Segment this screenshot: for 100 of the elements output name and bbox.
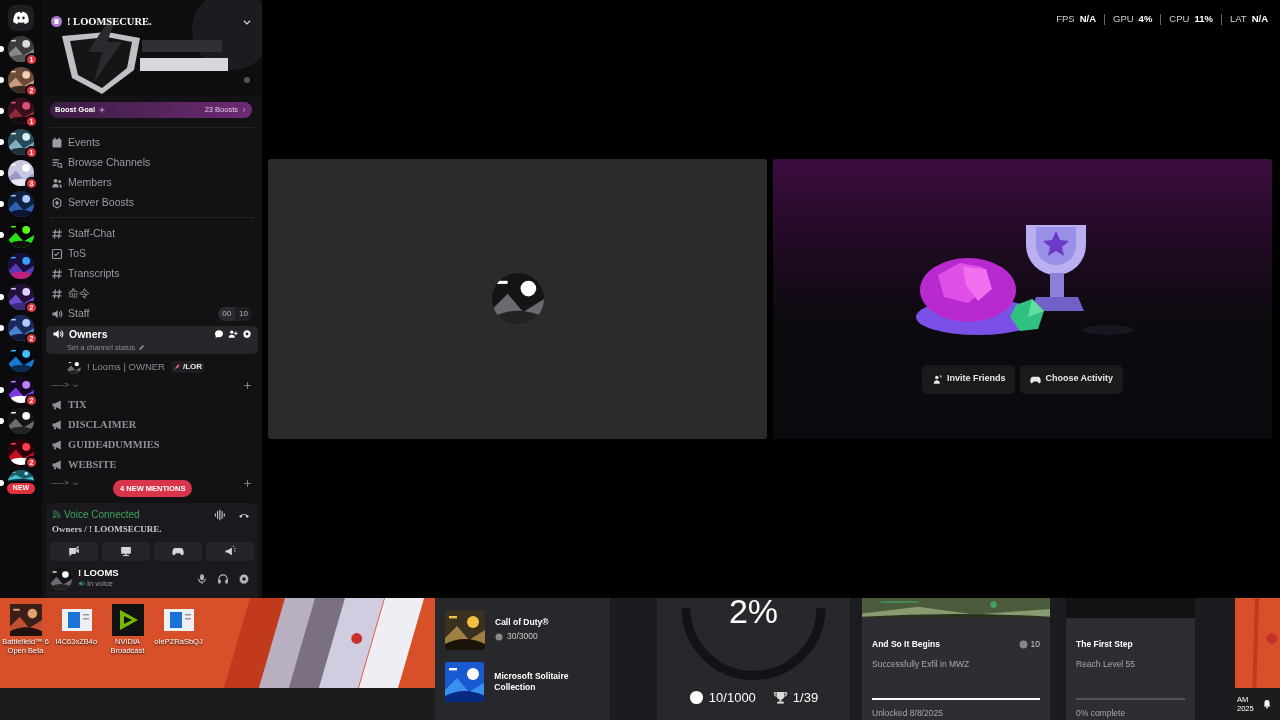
stat-label: GPU bbox=[1113, 12, 1134, 26]
gear-icon[interactable] bbox=[242, 329, 252, 340]
achievement-status: Unlocked 8/8/2025 bbox=[871, 707, 944, 720]
channel-item[interactable]: DISCLAIMER bbox=[50, 417, 252, 433]
boost-gem-icon bbox=[51, 197, 63, 209]
game-title[interactable]: Call of Duty® bbox=[495, 616, 549, 628]
gamepad-icon bbox=[172, 545, 184, 557]
hash-icon bbox=[51, 288, 63, 300]
plus-icon[interactable] bbox=[243, 380, 252, 390]
stat-label: LAT bbox=[1229, 12, 1247, 26]
plus-icon[interactable] bbox=[243, 478, 252, 488]
speaker-icon bbox=[52, 328, 64, 341]
server-button[interactable] bbox=[8, 160, 34, 186]
voice-action-button[interactable] bbox=[154, 541, 202, 561]
server-button[interactable] bbox=[8, 284, 34, 310]
signal-icon bbox=[52, 510, 61, 519]
channel-item[interactable]: 命令 bbox=[50, 286, 252, 302]
trophy-count: 1/39 bbox=[792, 689, 819, 707]
pencil-icon[interactable] bbox=[137, 344, 145, 351]
channel-item[interactable]: Owners bbox=[51, 326, 214, 343]
server-button[interactable] bbox=[8, 222, 34, 248]
gamerscore: 10/1000 bbox=[708, 689, 756, 707]
add-member-icon[interactable] bbox=[228, 329, 238, 340]
rules-icon bbox=[51, 248, 63, 260]
bell-icon[interactable] bbox=[1262, 699, 1272, 709]
sparkle-icon bbox=[98, 106, 106, 114]
chat-bubble-icon[interactable] bbox=[214, 329, 224, 340]
menu-item[interactable]: Events bbox=[42, 133, 262, 153]
channel-item[interactable]: TIX bbox=[50, 397, 252, 413]
menu-item[interactable]: Members bbox=[42, 173, 262, 193]
stat-value: 4% bbox=[1138, 12, 1153, 26]
calendar-icon bbox=[51, 137, 63, 149]
menu-item[interactable]: Browse Channels bbox=[42, 153, 262, 173]
invite-person-icon bbox=[931, 373, 943, 385]
activity-button[interactable]: Choose Activity bbox=[1020, 364, 1124, 394]
completion-percent: 2% bbox=[727, 598, 780, 628]
megaphone-icon bbox=[51, 459, 63, 471]
achievement-title: And So It Begins bbox=[872, 637, 940, 651]
server-button[interactable] bbox=[8, 439, 34, 465]
gamerscore: 10 bbox=[1030, 637, 1040, 651]
channel-item[interactable]: ToS bbox=[50, 246, 252, 262]
tag-label: /LOR bbox=[182, 361, 203, 373]
user-avatar[interactable] bbox=[50, 567, 72, 590]
hash-icon bbox=[51, 228, 63, 240]
category-name[interactable]: -----> bbox=[51, 477, 69, 489]
megaphone-icon bbox=[51, 399, 63, 411]
channel-item[interactable]: Transcripts bbox=[50, 266, 252, 282]
headphones-icon[interactable] bbox=[217, 572, 229, 585]
server-button[interactable] bbox=[8, 191, 34, 217]
channel-item[interactable]: Staff bbox=[50, 306, 219, 322]
server-button[interactable] bbox=[8, 67, 34, 93]
speaker-icon bbox=[51, 308, 63, 320]
chevron-right-icon bbox=[241, 107, 247, 113]
home-button[interactable] bbox=[8, 5, 34, 31]
megaphone-icon bbox=[51, 439, 63, 451]
server-button[interactable] bbox=[8, 408, 34, 434]
server-button[interactable] bbox=[8, 253, 34, 279]
rocket-icon bbox=[172, 363, 181, 371]
activity-button[interactable]: Invite Friends bbox=[921, 364, 1016, 394]
microphone-icon[interactable] bbox=[196, 572, 208, 585]
members-icon bbox=[51, 177, 63, 189]
channel-item[interactable]: WEBSITE bbox=[50, 457, 252, 473]
settings-icon[interactable] bbox=[238, 572, 250, 585]
server-button[interactable] bbox=[8, 377, 34, 403]
logo-icon bbox=[12, 9, 30, 27]
stream-tile[interactable] bbox=[268, 159, 767, 439]
voice-status: Voice Connected bbox=[64, 508, 140, 522]
coin-icon bbox=[495, 632, 503, 641]
server-button[interactable] bbox=[8, 346, 34, 372]
megaphone-icon bbox=[51, 419, 63, 431]
menu-item[interactable]: Server Boosts bbox=[42, 193, 262, 213]
speaker-icon bbox=[78, 580, 85, 588]
server-button[interactable] bbox=[8, 315, 34, 341]
camera-off-icon bbox=[68, 545, 80, 557]
achievement-card[interactable]: And So It Begins 10 Successfully Exfil in MWZ Unlocked 8/8/2025 bbox=[862, 598, 1050, 720]
voice-action-button[interactable] bbox=[50, 541, 98, 561]
achievement-card[interactable]: The First Step Reach Level 55 0% complete bbox=[1066, 598, 1195, 720]
stat-value: N/A bbox=[1079, 12, 1096, 26]
stat-value: 11% bbox=[1194, 12, 1213, 26]
waveform-icon[interactable] bbox=[214, 508, 226, 521]
server-button[interactable] bbox=[8, 129, 34, 155]
channel-item[interactable]: Staff-Chat bbox=[50, 226, 252, 242]
channel-item[interactable]: GUIDE4DUMMIES bbox=[50, 437, 252, 453]
category-name[interactable]: -----> bbox=[51, 379, 69, 391]
voice-action-button[interactable] bbox=[102, 541, 150, 561]
user-count: 00 bbox=[218, 307, 236, 321]
achievement-description: Successfully Exfil in MWZ bbox=[871, 657, 971, 671]
voice-action-button[interactable] bbox=[206, 541, 254, 561]
server-tag-icon bbox=[51, 16, 62, 28]
stat-label: CPU bbox=[1169, 12, 1190, 26]
member-name[interactable]: ! Looms | OWNER bbox=[87, 359, 165, 375]
trophy-icon bbox=[772, 690, 788, 706]
list-search-icon bbox=[51, 157, 63, 169]
achievement-status: 0% complete bbox=[1075, 707, 1127, 720]
game-title[interactable]: Microsoft Solitaire Collection bbox=[494, 671, 610, 693]
user-limit: 10 bbox=[235, 307, 252, 321]
server-name[interactable]: ! LOOMSECURE. bbox=[67, 14, 237, 30]
server-button[interactable] bbox=[8, 36, 34, 62]
voice-location[interactable]: Owners / ! LOOMSECURE. bbox=[50, 523, 254, 537]
server-button[interactable] bbox=[8, 470, 34, 482]
